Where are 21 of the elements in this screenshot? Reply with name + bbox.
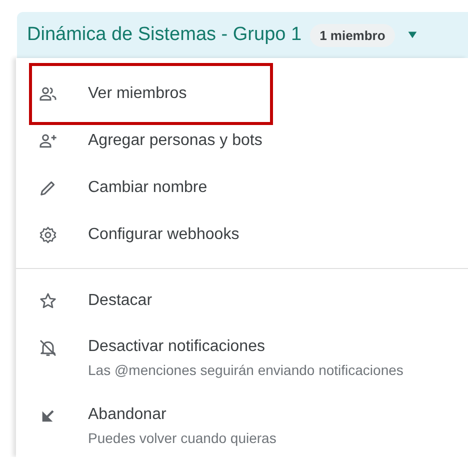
menu-item[interactable]: Destacar xyxy=(16,277,468,324)
menu-item-hint: Las @menciones seguirán enviando notificaciones xyxy=(88,361,404,380)
menu-item-label: Desactivar notificaciones xyxy=(88,337,266,357)
dropdown-caret[interactable]: ▼ xyxy=(406,29,420,41)
menu-item-label: Ver miembros xyxy=(88,84,187,104)
menu-item[interactable]: Abandonar Puedes volver cuando quieras xyxy=(16,392,468,457)
menu-item-label: Configurar webhooks xyxy=(88,224,240,244)
highlighted-menu-item[interactable]: Ver miembros xyxy=(29,63,273,125)
menu-item-hint: Puedes volver cuando quieras xyxy=(88,429,276,448)
member-count: 1 miembro xyxy=(310,24,396,46)
menu-item-label: Abandonar xyxy=(88,405,168,425)
menu-item-label: Cambiar nombre xyxy=(88,178,208,198)
menu-item[interactable]: Cambiar nombre xyxy=(16,164,468,211)
menu-item[interactable]: Configurar webhooks xyxy=(16,211,468,258)
settings-icon xyxy=(38,224,58,244)
menu-item[interactable]: Desactivar notificaciones Las @menciones seguirán enviando notificaciones xyxy=(16,324,468,392)
chat-title[interactable]: Dinámica de Sistemas - Grupo 1 xyxy=(27,24,302,46)
menu-item-label: Destacar xyxy=(88,290,152,310)
menu-item-label: Agregar personas y bots xyxy=(88,130,262,150)
muted-bell-icon xyxy=(38,338,58,358)
star-icon xyxy=(38,290,58,310)
